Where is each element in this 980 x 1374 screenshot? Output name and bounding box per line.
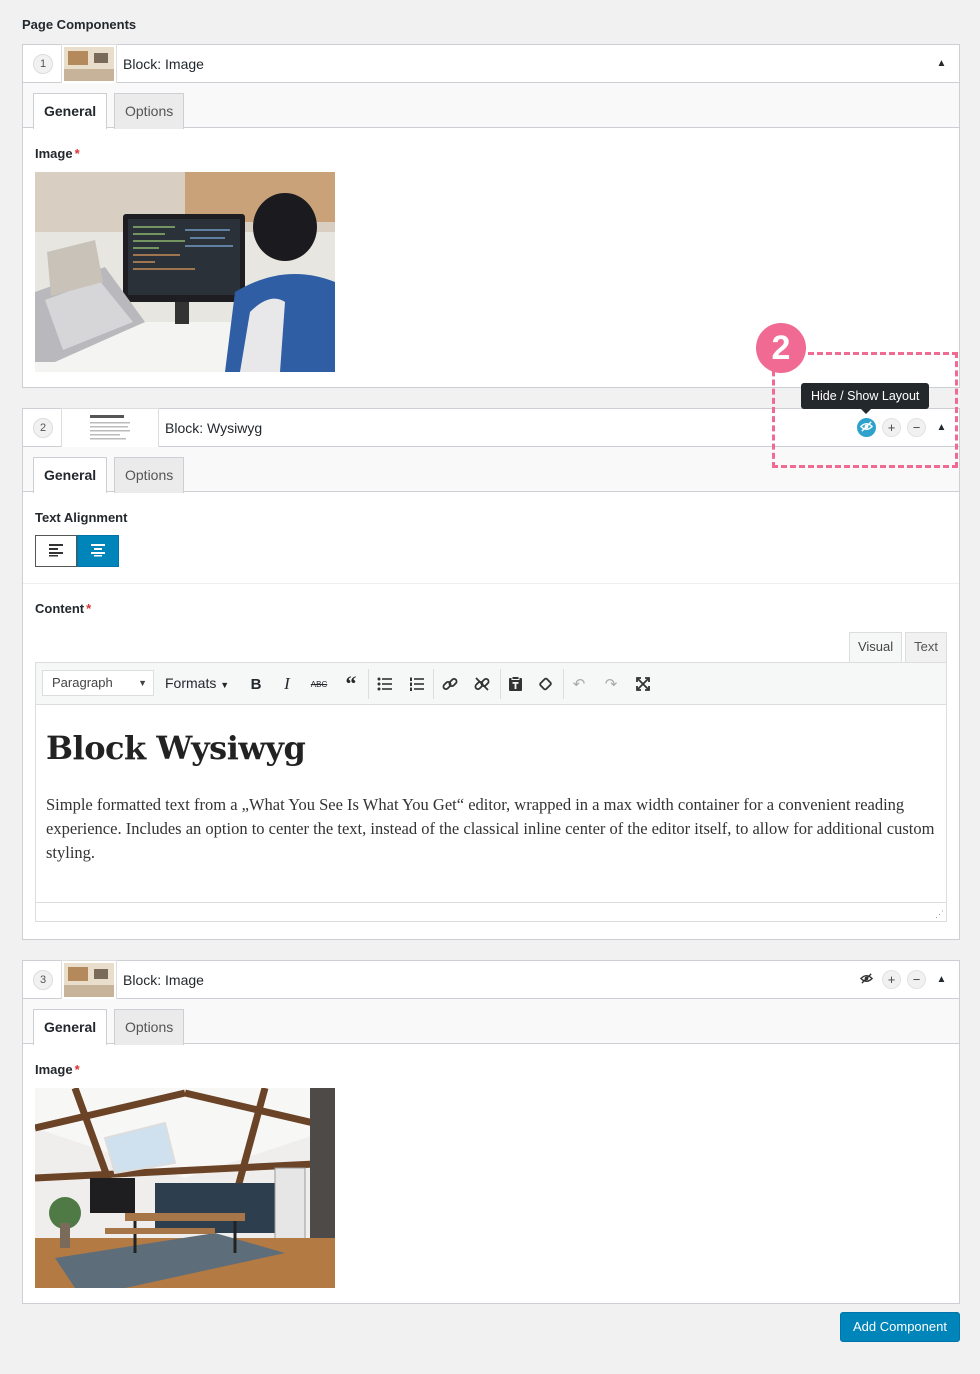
component-tabs: General Options: [23, 999, 959, 1045]
clear-formatting-icon[interactable]: [535, 673, 557, 695]
toolbar-separator: [368, 669, 369, 699]
toolbar-separator: [500, 669, 501, 699]
editor-toolbar: Paragraph ▼ Formats ▼ B I ABC “ ↶ ↷: [36, 663, 946, 705]
component-thumbnail: [61, 408, 159, 448]
wysiwyg-editor: Paragraph ▼ Formats ▼ B I ABC “ ↶ ↷ Bloc…: [35, 662, 947, 922]
tab-options[interactable]: Options: [114, 1009, 185, 1045]
header-controls: + − ▲: [857, 970, 951, 989]
tab-text[interactable]: Text: [905, 632, 947, 662]
add-component-after-button[interactable]: +: [882, 970, 901, 989]
hide-show-layout-tooltip: Hide / Show Layout: [801, 383, 930, 414]
minus-icon: −: [912, 972, 921, 987]
editor-statusbar: ⋰: [36, 902, 946, 921]
tab-general[interactable]: General: [33, 93, 108, 129]
align-left-button[interactable]: [35, 535, 77, 567]
image-preview[interactable]: [35, 1088, 335, 1288]
required-mark: *: [74, 146, 80, 161]
redo-icon[interactable]: ↷: [600, 673, 622, 695]
editor-mode-tabs: Visual Text: [848, 632, 947, 662]
toolbar-separator: [433, 669, 434, 699]
plus-icon: +: [887, 972, 896, 987]
undo-icon[interactable]: ↶: [568, 673, 590, 695]
image-field-label: Image *: [35, 146, 80, 161]
component-header[interactable]: 1 Block: Image ▲: [23, 44, 959, 84]
link-icon[interactable]: [439, 673, 461, 695]
component-header[interactable]: 3 Block: Image + − ▲: [23, 960, 959, 1000]
fullscreen-icon[interactable]: [632, 673, 654, 695]
collapse-arrow-icon[interactable]: ▲: [932, 970, 951, 989]
dropdown-caret-icon: ▼: [220, 680, 230, 690]
required-mark: *: [86, 601, 92, 616]
align-left-icon: [48, 543, 64, 560]
annotation-badge: 2: [756, 323, 806, 373]
toolbar-separator: [563, 669, 564, 699]
align-center-icon: [90, 543, 106, 560]
hide-show-layout-button[interactable]: [857, 970, 876, 989]
formats-menu[interactable]: Formats ▼: [165, 670, 229, 696]
resize-handle-icon[interactable]: ⋰: [935, 909, 944, 920]
editor-heading: Block Wysiwyg: [46, 729, 306, 767]
tab-options[interactable]: Options: [114, 457, 185, 493]
paragraph-format-select[interactable]: Paragraph ▼: [42, 670, 154, 696]
align-center-button[interactable]: [77, 535, 119, 567]
component-index: 2: [33, 418, 53, 438]
tab-visual[interactable]: Visual: [848, 632, 903, 662]
component-label: Block: Wysiwyg: [165, 420, 263, 436]
bold-icon[interactable]: B: [245, 673, 267, 695]
dropdown-caret-icon: ▼: [138, 678, 147, 688]
blockquote-icon[interactable]: “: [340, 671, 362, 696]
add-component-button[interactable]: Add Component: [840, 1312, 960, 1342]
component-3: 3 Block: Image + − ▲ General Options Ima…: [22, 960, 960, 1304]
paste-as-text-icon[interactable]: [504, 673, 526, 695]
tab-general[interactable]: General: [33, 1009, 108, 1045]
tab-general[interactable]: General: [33, 457, 108, 493]
image-preview[interactable]: [35, 172, 335, 372]
collapse-arrow-icon[interactable]: ▲: [932, 54, 951, 73]
editor-paragraph: Simple formatted text from a „What You S…: [46, 795, 935, 862]
content-field-label: Content *: [35, 601, 92, 616]
component-thumbnail: [61, 44, 117, 84]
component-2: 2 Block: Wysiwyg + − ▲ General Options T…: [22, 408, 960, 940]
component-index: 3: [33, 970, 53, 990]
component-index: 1: [33, 54, 53, 74]
italic-icon[interactable]: I: [276, 673, 298, 695]
tab-options[interactable]: Options: [114, 93, 185, 129]
header-controls: ▲: [932, 54, 951, 73]
field-divider: [23, 583, 959, 584]
component-tabs: General Options: [23, 83, 959, 129]
required-mark: *: [74, 1062, 80, 1077]
component-label: Block: Image: [123, 56, 204, 72]
numbered-list-icon[interactable]: [406, 673, 428, 695]
remove-component-button[interactable]: −: [907, 970, 926, 989]
text-alignment-group: [35, 535, 119, 567]
eye-slash-icon: [859, 972, 874, 987]
component-thumbnail: [61, 960, 117, 1000]
bullet-list-icon[interactable]: [374, 673, 396, 695]
text-alignment-label: Text Alignment: [35, 510, 128, 525]
strikethrough-icon[interactable]: ABC: [308, 673, 330, 695]
component-1: 1 Block: Image ▲ General Options Image *: [22, 44, 960, 388]
unlink-icon[interactable]: [471, 673, 493, 695]
page-components-title: Page Components: [22, 17, 137, 32]
component-label: Block: Image: [123, 972, 204, 988]
image-field-label: Image *: [35, 1062, 80, 1077]
editor-content[interactable]: Block Wysiwyg Simple formatted text from…: [36, 705, 946, 889]
